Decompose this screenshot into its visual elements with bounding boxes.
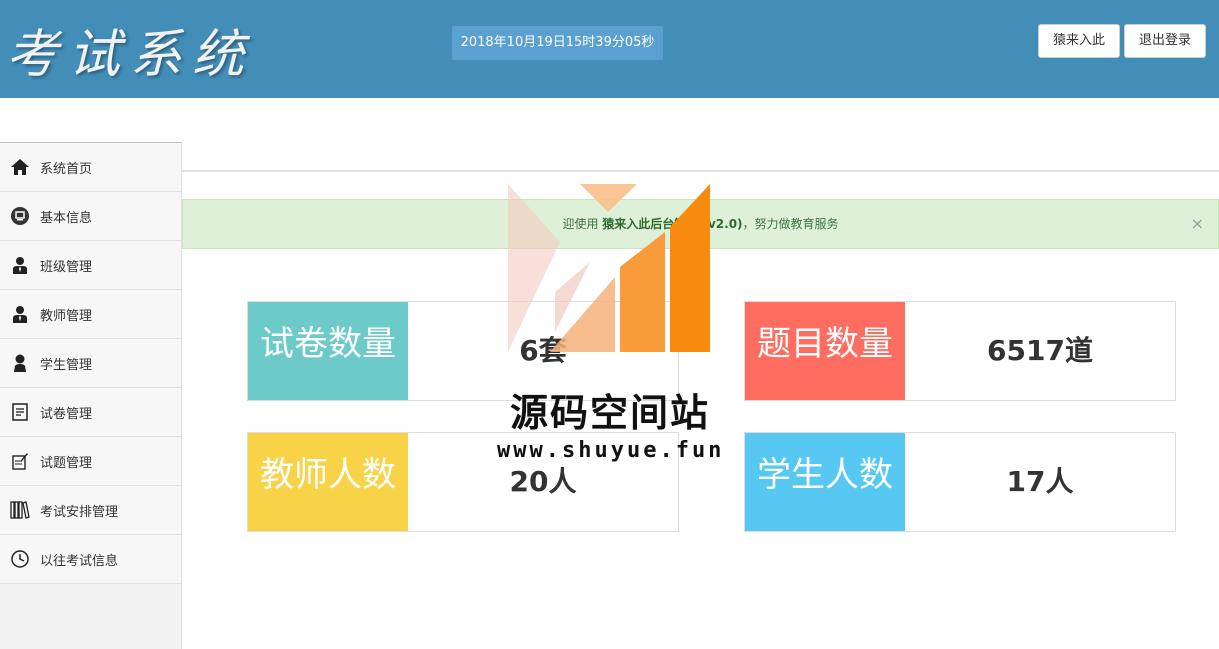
- sidebar-item-basic-info[interactable]: 基本信息: [0, 192, 181, 241]
- stat-card-students: 学生人数 17人: [744, 432, 1176, 532]
- alert-version: 统 (v2.0): [686, 217, 743, 231]
- sidebar-item-student[interactable]: 学生管理: [0, 339, 181, 388]
- stat-label: 题目数量: [745, 302, 905, 400]
- home-icon: [10, 157, 30, 177]
- alert-app-name: 猿来入此后台管: [602, 217, 687, 231]
- top-header: 考试系统 2018年10月19日15时39分05秒 猿来入此 退出登录: [0, 0, 1219, 98]
- sidebar-item-label: 基本信息: [40, 210, 93, 226]
- app-logo: 考试系统: [6, 25, 255, 85]
- sidebar-item-paper[interactable]: 试卷管理: [0, 388, 181, 437]
- home-link-button[interactable]: 猿来入此: [1038, 24, 1120, 58]
- sidebar-item-label: 班级管理: [40, 259, 93, 275]
- sidebar-item-class[interactable]: 班级管理: [0, 241, 181, 290]
- alert-prefix: 迎使用: [562, 217, 599, 231]
- user-icon: [10, 353, 30, 373]
- logout-button[interactable]: 退出登录: [1124, 24, 1206, 58]
- sidebar-item-label: 试卷管理: [40, 406, 93, 422]
- watermark-title: 源码空间站: [509, 391, 710, 435]
- stat-value: 6517道: [987, 334, 1093, 367]
- close-icon[interactable]: ×: [1191, 200, 1204, 248]
- sidebar-item-exam-schedule[interactable]: 考试安排管理: [0, 486, 181, 535]
- sidebar-item-question[interactable]: 试题管理: [0, 437, 181, 486]
- content-divider: [182, 170, 1219, 172]
- watermark-url: www.shuyue.fun: [497, 438, 725, 463]
- datetime-display: 2018年10月19日15时39分05秒: [452, 26, 663, 60]
- sidebar-item-teacher[interactable]: 教师管理: [0, 290, 181, 339]
- clock-icon: [10, 549, 30, 569]
- sidebar-item-label: 试题管理: [40, 455, 93, 471]
- sidebar-item-label: 学生管理: [40, 357, 93, 373]
- stat-label: 学生人数: [745, 433, 905, 531]
- stat-card-questions: 题目数量 6517道: [744, 301, 1176, 401]
- alert-suffix: ，努力做教育服务: [742, 217, 839, 231]
- stat-label: 试卷数量: [248, 302, 408, 400]
- stat-value: 17人: [1006, 465, 1074, 498]
- stat-label: 教师人数: [248, 433, 408, 531]
- user-tie-icon: [10, 255, 30, 275]
- user-tie-icon: [10, 304, 30, 324]
- welcome-alert: 迎使用 猿来入此后台管统 (v2.0)，努力做教育服务 ×: [182, 199, 1219, 249]
- sidebar: 系统首页 基本信息 班级管理 教师管理 学生管理 试卷管理 试题管理 考试安排管…: [0, 142, 182, 649]
- sidebar-item-past-exams[interactable]: 以往考试信息: [0, 535, 181, 584]
- document-icon: [10, 402, 30, 422]
- sidebar-item-label: 系统首页: [40, 161, 93, 177]
- sidebar-item-label: 以往考试信息: [40, 553, 119, 569]
- books-icon: [10, 500, 30, 520]
- edit-document-icon: [10, 451, 30, 471]
- sidebar-item-label: 考试安排管理: [40, 504, 119, 520]
- sidebar-item-home[interactable]: 系统首页: [0, 143, 181, 192]
- monitor-icon: [10, 206, 30, 226]
- sidebar-item-label: 教师管理: [40, 308, 93, 324]
